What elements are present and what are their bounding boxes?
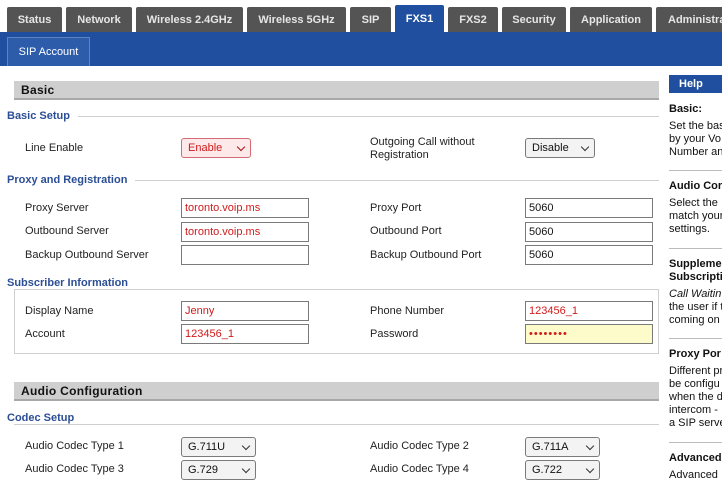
outgoing-call-select[interactable]: Disable	[525, 138, 595, 158]
codec-1-value: G.711U	[188, 441, 226, 453]
chevron-down-icon	[580, 142, 590, 152]
divider	[669, 170, 722, 171]
group-title-codec-setup: Codec Setup	[7, 412, 83, 424]
help-text-line: match your	[669, 210, 722, 222]
divider	[669, 248, 722, 249]
codec-4-label: Audio Codec Type 4	[370, 463, 469, 475]
help-text-line: settings.	[669, 223, 710, 235]
line-enable-value: Enable	[188, 142, 223, 154]
backup-outbound-port-input[interactable]: 5060	[525, 245, 653, 265]
tab-security[interactable]: Security	[502, 7, 566, 32]
outbound-port-input[interactable]: 5060	[525, 222, 653, 242]
codec-2-select[interactable]: G.711A	[525, 437, 600, 457]
help-text-line: Different pr	[669, 365, 722, 377]
help-panel: Help Basic: Set the bas by your Vo Numbe…	[666, 66, 722, 480]
proxy-port-input[interactable]: 5060	[525, 198, 653, 218]
line-enable-label: Line Enable	[25, 142, 84, 154]
divider	[669, 442, 722, 443]
divider	[14, 116, 659, 117]
chevron-down-icon	[236, 142, 246, 152]
help-title-basic: Basic:	[669, 103, 703, 115]
outgoing-call-value: Disable	[532, 142, 569, 154]
help-text-line: Select the	[669, 197, 718, 209]
help-title-advanced: Advanced	[669, 452, 722, 464]
help-text-line: Set the bas	[669, 120, 722, 132]
tab-fxs2[interactable]: FXS2	[448, 7, 498, 32]
codec-2-label: Audio Codec Type 2	[370, 440, 469, 452]
outbound-server-label: Outbound Server	[25, 225, 109, 237]
group-title-basic-setup: Basic Setup	[7, 110, 78, 122]
codec-1-select[interactable]: G.711U	[181, 437, 256, 457]
codec-3-label: Audio Codec Type 3	[25, 463, 124, 475]
proxy-server-label: Proxy Server	[25, 202, 89, 214]
main-content: Basic Basic Setup Line Enable Enable Out…	[0, 66, 666, 480]
proxy-server-input[interactable]: toronto.voip.ms	[181, 198, 309, 218]
backup-outbound-port-label: Backup Outbound Port	[370, 249, 482, 261]
codec-3-value: G.729	[188, 464, 218, 476]
chevron-down-icon	[241, 441, 251, 451]
tab-administration[interactable]: Administra	[656, 7, 722, 32]
help-text-line: Call Waitin	[669, 288, 722, 300]
help-text-line: a SIP serve	[669, 417, 722, 429]
help-text-line: when the d	[669, 391, 722, 403]
tab-status[interactable]: Status	[7, 7, 62, 32]
chevron-down-icon	[585, 441, 595, 451]
help-header: Help	[669, 75, 722, 93]
outbound-port-label: Outbound Port	[370, 225, 442, 237]
tab-sip[interactable]: SIP	[350, 7, 391, 32]
help-text-line: intercom -	[669, 404, 718, 416]
tab-wireless-5ghz[interactable]: Wireless 5GHz	[247, 7, 346, 32]
codec-4-select[interactable]: G.722	[525, 460, 600, 480]
proxy-port-label: Proxy Port	[370, 202, 422, 214]
chevron-down-icon	[241, 464, 251, 474]
help-text-line: Number an	[669, 146, 722, 158]
help-title-audio: Audio Cor	[669, 180, 722, 192]
subscriber-box-border	[14, 290, 659, 354]
codec-3-select[interactable]: G.729	[181, 460, 256, 480]
codec-1-label: Audio Codec Type 1	[25, 440, 124, 452]
divider	[14, 424, 659, 425]
help-title-subscription: Subscripti	[669, 271, 722, 283]
help-text-line: be configu	[669, 378, 720, 390]
chevron-down-icon	[585, 464, 595, 474]
help-title-proxy-port: Proxy Por	[669, 348, 721, 360]
group-title-proxy-registration: Proxy and Registration	[7, 174, 136, 186]
tab-application[interactable]: Application	[570, 7, 652, 32]
help-text-line: by your Vo	[669, 133, 721, 145]
subtab-sip-account[interactable]: SIP Account	[7, 37, 90, 66]
group-title-subscriber-info: Subscriber Information	[7, 277, 137, 289]
outbound-server-input[interactable]: toronto.voip.ms	[181, 222, 309, 242]
codec-4-value: G.722	[532, 464, 562, 476]
top-nav-bar: Status Network Wireless 2.4GHz Wireless …	[0, 0, 722, 32]
divider	[669, 338, 722, 339]
help-text-line: Advanced	[669, 469, 718, 480]
tab-wireless-2-4ghz[interactable]: Wireless 2.4GHz	[136, 7, 243, 32]
line-enable-select[interactable]: Enable	[181, 138, 251, 158]
backup-outbound-server-label: Backup Outbound Server	[25, 249, 149, 261]
section-basic: Basic	[14, 81, 659, 100]
sub-nav-bar: SIP Account	[0, 32, 722, 66]
help-title-supplementary: Suppleme	[669, 258, 722, 270]
outgoing-call-label: Outgoing Call without Registration	[370, 136, 475, 161]
section-audio-configuration: Audio Configuration	[14, 382, 659, 401]
backup-outbound-server-input[interactable]	[181, 245, 309, 265]
help-text-line: the user if t	[669, 301, 722, 313]
tab-fxs1[interactable]: FXS1	[395, 5, 444, 32]
codec-2-value: G.711A	[532, 441, 569, 453]
tab-network[interactable]: Network	[66, 7, 132, 32]
help-text-line: coming on	[669, 314, 720, 326]
